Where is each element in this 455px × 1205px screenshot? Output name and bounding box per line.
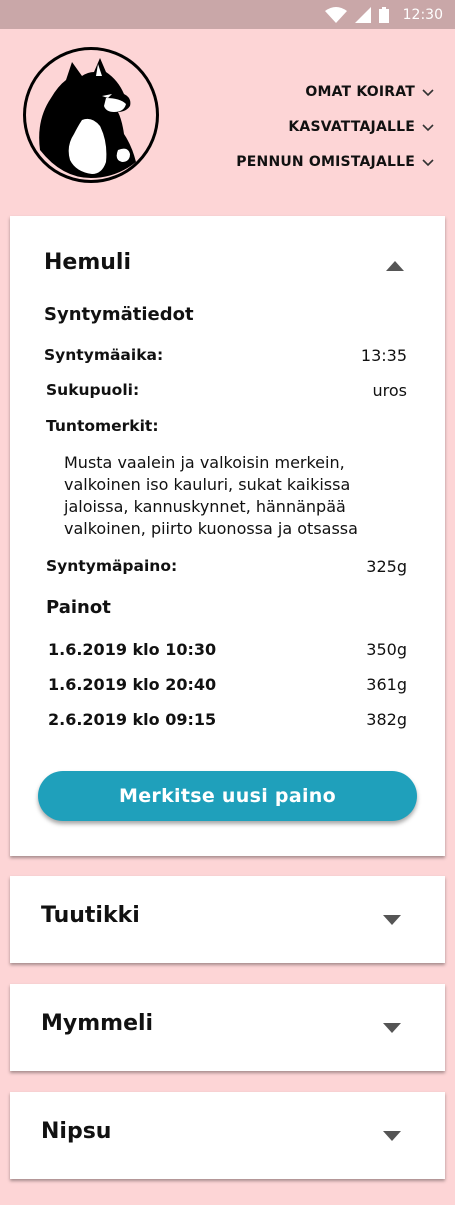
nav-pennun-omistajalle[interactable]: PENNUN OMISTAJALLE — [236, 144, 435, 179]
puppy-card-collapsed[interactable]: Tuutikki — [10, 876, 445, 963]
main-nav: OMAT KOIRAT KASVATTAJALLE PENNUN OMISTAJ… — [236, 74, 435, 179]
birth-time-value: 13:35 — [360, 346, 407, 365]
signal-icon — [354, 6, 371, 23]
status-time: 12:30 — [402, 6, 443, 23]
dog-logo-icon[interactable] — [23, 47, 159, 183]
markings-value: Musta vaalein ja valkoisin merkein, valk… — [64, 453, 358, 538]
weight-row-value: 361g — [366, 675, 407, 694]
birth-time-label: Syntymäaika: — [44, 346, 164, 364]
nav-omat-koirat[interactable]: OMAT KOIRAT — [236, 74, 435, 109]
add-weight-button[interactable]: Merkitse uusi paino — [38, 771, 417, 821]
weights-section-heading: Painot — [46, 597, 111, 618]
puppy-card-collapsed[interactable]: Nipsu — [10, 1092, 445, 1179]
triangle-up-icon[interactable] — [386, 261, 404, 271]
puppy-card-expanded: Hemuli Syntymätiedot Syntymäaika: 13:35 … — [10, 216, 445, 856]
chevron-down-icon — [422, 88, 434, 96]
chevron-down-icon — [422, 158, 434, 166]
birth-weight-label: Syntymäpaino: — [46, 557, 178, 575]
nav-label: OMAT KOIRAT — [305, 83, 415, 100]
wifi-icon — [324, 6, 347, 23]
puppy-card-collapsed[interactable]: Mymmeli — [10, 984, 445, 1071]
weight-row-date: 1.6.2019 klo 20:40 — [48, 675, 217, 694]
sex-value: uros — [372, 381, 408, 400]
weight-row-value: 350g — [366, 640, 407, 659]
chevron-down-icon — [422, 123, 434, 131]
puppy-name: Nipsu — [41, 1119, 112, 1144]
puppy-name: Tuutikki — [41, 903, 140, 928]
nav-kasvattajalle[interactable]: KASVATTAJALLE — [236, 109, 435, 144]
markings-label: Tuntomerkit: — [46, 417, 159, 435]
nav-label: PENNUN OMISTAJALLE — [236, 153, 415, 170]
triangle-down-icon[interactable] — [383, 1131, 401, 1141]
battery-icon — [378, 6, 389, 23]
birth-weight-value: 325g — [366, 557, 407, 576]
puppy-name[interactable]: Hemuli — [44, 250, 131, 275]
triangle-down-icon[interactable] — [383, 1023, 401, 1033]
birth-section-heading: Syntymätiedot — [44, 304, 194, 325]
weight-row-date: 1.6.2019 klo 10:30 — [48, 640, 217, 659]
puppy-name: Mymmeli — [41, 1011, 154, 1036]
nav-label: KASVATTAJALLE — [288, 118, 415, 135]
triangle-down-icon[interactable] — [383, 915, 401, 925]
weight-row-date: 2.6.2019 klo 09:15 — [48, 710, 217, 729]
sex-label: Sukupuoli: — [46, 381, 140, 399]
status-bar: 12:30 — [0, 0, 455, 29]
weight-row-value: 382g — [366, 710, 407, 729]
